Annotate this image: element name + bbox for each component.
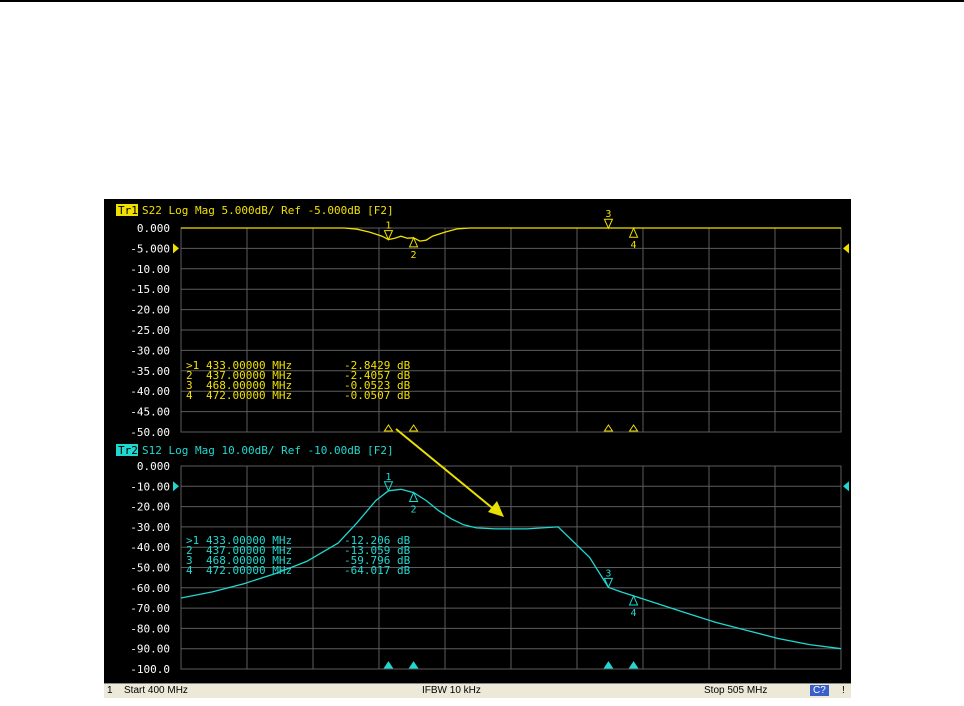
marker-axis-tick <box>603 424 614 432</box>
analyzer-chart: Tr1 S22 Log Mag 5.000dB/ Ref -5.000dB [F2… <box>116 204 849 676</box>
marker-readout-id: 4 <box>186 564 193 577</box>
y-tick-label: -40.00 <box>130 541 170 554</box>
marker-label: 4 <box>631 608 637 619</box>
ref-level-marker-left <box>173 243 179 254</box>
marker-label: 3 <box>605 568 611 579</box>
trace-panel-2: Tr2 S12 Log Mag 10.00dB/ Ref -10.00dB [F2… <box>116 444 849 676</box>
y-tick-label: -20.00 <box>130 501 170 514</box>
arrow-head <box>488 501 504 517</box>
y-tick-label: -25.00 <box>130 324 170 337</box>
stop-frequency[interactable]: Stop 505 MHz <box>704 685 767 696</box>
marker-axis-tick <box>383 661 394 669</box>
y-tick-label: 0.000 <box>137 460 170 473</box>
y-tick-label: -40.00 <box>130 385 170 398</box>
y-tick-label: -90.00 <box>130 643 170 656</box>
marker-axis-tick <box>628 424 639 432</box>
marker-label: 1 <box>385 221 391 232</box>
trace-badge: Tr1 <box>118 204 138 217</box>
trace-header: S22 Log Mag 5.000dB/ Ref -5.000dB [F2] <box>142 204 394 217</box>
marker-axis-tick <box>603 661 614 669</box>
marker-readout-id: 4 <box>186 389 193 402</box>
y-tick-label: -50.00 <box>130 562 170 575</box>
marker-label: 1 <box>385 472 391 483</box>
y-tick-label: -30.00 <box>130 344 170 357</box>
y-tick-label: -80.00 <box>130 622 170 635</box>
marker-axis-tick <box>628 661 639 669</box>
trace-panel-1: Tr1 S22 Log Mag 5.000dB/ Ref -5.000dB [F2… <box>116 204 849 439</box>
status-bar: 1 Start 400 MHz IFBW 10 kHz Stop 505 MHz… <box>104 683 851 698</box>
y-tick-label: -30.00 <box>130 521 170 534</box>
y-tick-label: -60.00 <box>130 582 170 595</box>
top-rule <box>0 0 964 2</box>
marker-readout-freq: 472.00000 MHz <box>206 389 292 402</box>
start-frequency[interactable]: Start 400 MHz <box>124 685 188 696</box>
trace-header: S12 Log Mag 10.00dB/ Ref -10.00dB [F2] <box>142 444 394 457</box>
network-analyzer-display: Tr1 S22 Log Mag 5.000dB/ Ref -5.000dB [F2… <box>104 199 851 698</box>
y-tick-label: -15.00 <box>130 283 170 296</box>
trace-badge: Tr2 <box>118 444 138 457</box>
y-tick-label: -5.000 <box>130 242 170 255</box>
y-tick-label: -50.00 <box>130 426 170 439</box>
marker-label: 4 <box>631 240 637 251</box>
channel-number[interactable]: 1 <box>107 685 113 696</box>
y-tick-label: -10.00 <box>130 263 170 276</box>
marker-axis-tick <box>383 424 394 432</box>
marker-axis-tick <box>408 661 419 669</box>
y-tick-label: -35.00 <box>130 365 170 378</box>
ref-level-marker-right <box>843 481 849 492</box>
y-tick-label: -70.00 <box>130 602 170 615</box>
calibration-badge[interactable]: C? <box>810 685 829 696</box>
marker-triangle <box>628 226 639 238</box>
marker-axis-tick <box>408 424 419 432</box>
marker-label: 3 <box>605 209 611 220</box>
warning-flag: ! <box>842 685 845 696</box>
marker-label: 2 <box>411 250 417 261</box>
marker-readout-value: -64.017 dB <box>344 564 411 577</box>
marker-readout-freq: 472.00000 MHz <box>206 564 292 577</box>
ref-level-marker-left <box>173 481 179 492</box>
y-tick-label: -45.00 <box>130 406 170 419</box>
y-tick-label: -100.0 <box>130 663 170 676</box>
ifbw-setting[interactable]: IFBW 10 kHz <box>422 685 481 696</box>
y-tick-label: -20.00 <box>130 304 170 317</box>
marker-triangle <box>603 218 614 230</box>
y-tick-label: -10.00 <box>130 480 170 493</box>
y-tick-label: 0.000 <box>137 222 170 235</box>
marker-label: 2 <box>411 505 417 516</box>
marker-readout-value: -0.0507 dB <box>344 389 411 402</box>
ref-level-marker-right <box>843 243 849 254</box>
